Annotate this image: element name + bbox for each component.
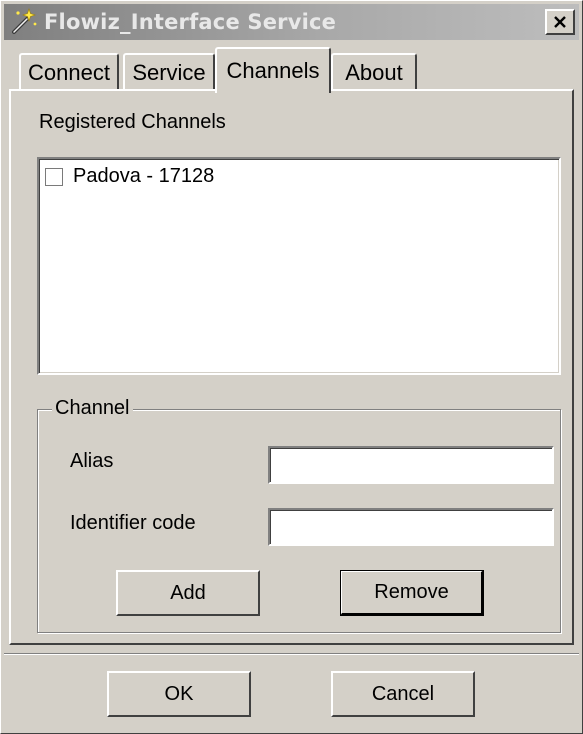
close-icon xyxy=(554,16,566,28)
dialog-window: Flowiz_Interface Service Connect Service… xyxy=(0,0,583,734)
channel-groupbox: Channel Alias Identifier code Add Remove xyxy=(37,397,561,633)
channel-group-title: Channel xyxy=(52,397,133,420)
channel-checkbox[interactable] xyxy=(45,167,63,186)
identifier-code-label: Identifier code xyxy=(70,512,196,534)
tab-channels[interactable]: Channels xyxy=(215,47,331,93)
tab-about[interactable]: About xyxy=(331,53,417,91)
footer-separator xyxy=(4,653,579,655)
channels-tab-panel: Registered Channels Padova - 17128 Chann… xyxy=(9,89,574,645)
add-button[interactable]: Add xyxy=(116,570,260,616)
alias-input[interactable] xyxy=(268,446,554,484)
registered-channels-list[interactable]: Padova - 17128 xyxy=(37,157,561,375)
tab-service[interactable]: Service xyxy=(123,53,215,91)
tab-connect[interactable]: Connect xyxy=(19,53,119,91)
list-item[interactable]: Padova - 17128 xyxy=(45,165,214,188)
channel-item-label: Padova - 17128 xyxy=(73,165,215,187)
close-button[interactable] xyxy=(545,9,575,35)
identifier-code-input[interactable] xyxy=(268,508,554,546)
alias-label: Alias xyxy=(70,450,114,472)
tab-strip: Connect Service Channels About xyxy=(9,47,569,93)
magic-wand-icon xyxy=(12,8,37,34)
remove-button[interactable]: Remove xyxy=(340,570,484,616)
registered-channels-label: Registered Channels xyxy=(39,111,226,133)
title-bar[interactable]: Flowiz_Interface Service xyxy=(4,4,579,40)
ok-button[interactable]: OK xyxy=(107,671,251,717)
cancel-button[interactable]: Cancel xyxy=(331,671,475,717)
window-title: Flowiz_Interface Service xyxy=(44,10,337,34)
